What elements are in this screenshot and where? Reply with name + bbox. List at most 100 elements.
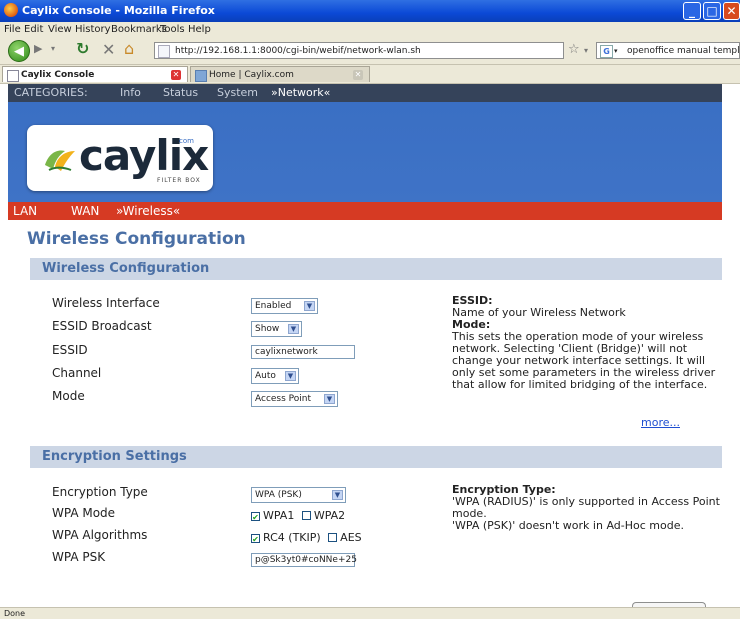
search-text: openoffice manual templates	[627, 46, 740, 56]
tab-caylix-console[interactable]: Caylix Console ✕	[2, 66, 188, 82]
encryption-type-select[interactable]: WPA (PSK) ▼	[251, 487, 346, 503]
channel-label: Channel	[52, 366, 102, 380]
close-tab-icon[interactable]: ✕	[353, 70, 363, 80]
subnav-wireless[interactable]: »Wireless«	[116, 202, 180, 220]
wpa1-label: WPA1	[263, 509, 295, 522]
close-window-button[interactable]: ✕	[723, 2, 740, 20]
encryption-help: Encryption Type: 'WPA (RADIUS)' is only …	[452, 484, 727, 532]
categories-bar: CATEGORIES: Info Status System »Network«	[8, 84, 722, 102]
menu-tools[interactable]: Tools	[160, 24, 185, 35]
categories-heading: CATEGORIES:	[14, 86, 88, 99]
aes-label: AES	[340, 531, 362, 544]
more-link[interactable]: more...	[641, 416, 680, 429]
encryption-type-label: Encryption Type	[52, 485, 148, 499]
wireless-interface-select[interactable]: Enabled ▼	[251, 298, 318, 314]
page-icon	[158, 45, 170, 58]
home-icon[interactable]: ⌂	[124, 39, 134, 58]
wpa-mode-options: ✔ WPA1 WPA2	[251, 509, 345, 522]
reload-icon[interactable]: ↻	[76, 39, 89, 58]
menu-edit[interactable]: Edit	[24, 24, 43, 35]
tab-caylix-home[interactable]: Home | Caylix.com ✕	[190, 66, 370, 82]
wpa-psk-label: WPA PSK	[52, 550, 106, 564]
menu-bookmarks[interactable]: Bookmarks	[111, 24, 167, 35]
menu-view[interactable]: View	[48, 24, 72, 35]
url-text: http://192.168.1.1:8000/cgi-bin/webif/ne…	[175, 46, 421, 56]
encryption-section-header: Encryption Settings	[30, 446, 722, 468]
subnav-lan[interactable]: LAN	[13, 202, 37, 220]
google-icon: G	[600, 45, 613, 58]
tab-label: Caylix Console	[21, 70, 95, 80]
mode-help-text: This sets the operation mode of your wir…	[452, 330, 716, 391]
url-dropdown-icon[interactable]: ▾	[584, 46, 588, 55]
category-network[interactable]: »Network«	[271, 84, 330, 102]
chevron-down-icon: ▼	[288, 324, 299, 334]
navigation-toolbar: ◀ ▶ ▾ ↻ ✕ ⌂ http://192.168.1.1:8000/cgi-…	[0, 38, 740, 65]
status-text: Done	[4, 609, 26, 618]
caylix-logo: caylix com FILTER BOX	[27, 125, 213, 191]
search-engine-dropdown-icon[interactable]: ▾	[614, 43, 618, 58]
back-button[interactable]: ◀	[8, 40, 30, 62]
caylix-favicon-icon	[195, 70, 207, 82]
url-bar[interactable]: http://192.168.1.1:8000/cgi-bin/webif/ne…	[154, 42, 564, 59]
minimize-button[interactable]: _	[683, 2, 701, 20]
window-titlebar: Caylix Console - Mozilla Firefox _ □ ✕	[0, 0, 740, 22]
window-title: Caylix Console - Mozilla Firefox	[22, 4, 215, 17]
history-dropdown-icon[interactable]: ▾	[51, 44, 55, 53]
essid-input[interactable]: caylixnetwork	[251, 345, 355, 359]
wireless-interface-label: Wireless Interface	[52, 296, 160, 310]
rc4-tkip-checkbox[interactable]: ✔	[251, 534, 260, 544]
select-value: Auto	[255, 371, 276, 381]
aes-checkbox[interactable]	[328, 533, 338, 542]
search-input[interactable]: G ▾ openoffice manual templates	[596, 42, 740, 59]
mode-select[interactable]: Access Point ▼	[251, 391, 338, 407]
page-favicon-icon	[7, 70, 19, 82]
select-value: WPA (PSK)	[255, 490, 302, 500]
chevron-down-icon: ▼	[304, 301, 315, 311]
bookmark-star-icon[interactable]: ☆	[568, 42, 580, 57]
menu-history[interactable]: History	[75, 24, 111, 35]
tab-label: Home | Caylix.com	[209, 70, 294, 80]
encryption-help-text-1: 'WPA (RADIUS)' is only supported in Acce…	[452, 495, 720, 520]
wpa-algorithms-label: WPA Algorithms	[52, 528, 148, 542]
category-system[interactable]: System	[217, 84, 258, 102]
wpa-psk-input[interactable]: p@Sk3yt0#coNNe+25	[251, 553, 357, 567]
category-info[interactable]: Info	[120, 84, 141, 102]
leaf-logo-icon	[45, 150, 75, 171]
tab-bar: Caylix Console ✕ Home | Caylix.com ✕	[0, 65, 740, 84]
select-value: Show	[255, 324, 280, 334]
rc4-tkip-label: RC4 (TKIP)	[263, 531, 321, 544]
wpa-mode-label: WPA Mode	[52, 506, 116, 520]
wpa1-checkbox[interactable]: ✔	[251, 512, 260, 522]
menu-bar: File Edit View History Bookmarks Tools H…	[0, 22, 740, 38]
chevron-down-icon: ▼	[324, 394, 335, 404]
page-title: Wireless Configuration	[27, 229, 246, 249]
chevron-down-icon: ▼	[285, 371, 296, 381]
menu-file[interactable]: File	[4, 24, 21, 35]
select-value: Enabled	[255, 301, 292, 311]
menu-help[interactable]: Help	[188, 24, 211, 35]
wireless-help: ESSID: Name of your Wireless Network Mod…	[452, 295, 727, 391]
forward-button[interactable]: ▶	[34, 42, 42, 55]
channel-select[interactable]: Auto ▼	[251, 368, 299, 384]
close-tab-icon[interactable]: ✕	[171, 70, 181, 80]
maximize-button[interactable]: □	[703, 2, 721, 20]
logo-subtitle: FILTER BOX	[157, 177, 201, 184]
essid-broadcast-label: ESSID Broadcast	[52, 319, 152, 333]
wpa2-label: WPA2	[313, 509, 346, 522]
network-subnav: LAN WAN »Wireless«	[8, 202, 722, 220]
subnav-wan[interactable]: WAN	[71, 202, 99, 220]
wireless-section-header: Wireless Configuration	[30, 258, 722, 280]
wpa-algorithm-options: ✔ RC4 (TKIP) AES	[251, 531, 362, 544]
firefox-logo-icon	[4, 3, 18, 17]
wpa2-checkbox[interactable]	[301, 511, 311, 520]
status-bar: Done	[0, 607, 740, 619]
encryption-help-text-2: 'WPA (PSK)' doesn't work in Ad-Hoc mode.	[452, 519, 684, 532]
logo-com-text: com	[179, 137, 194, 145]
stop-icon[interactable]: ✕	[102, 40, 115, 59]
chevron-down-icon: ▼	[332, 490, 343, 500]
page-right-margin	[722, 84, 740, 608]
mode-label: Mode	[52, 389, 85, 403]
essid-label: ESSID	[52, 343, 88, 357]
category-status[interactable]: Status	[163, 84, 198, 102]
essid-broadcast-select[interactable]: Show ▼	[251, 321, 302, 337]
